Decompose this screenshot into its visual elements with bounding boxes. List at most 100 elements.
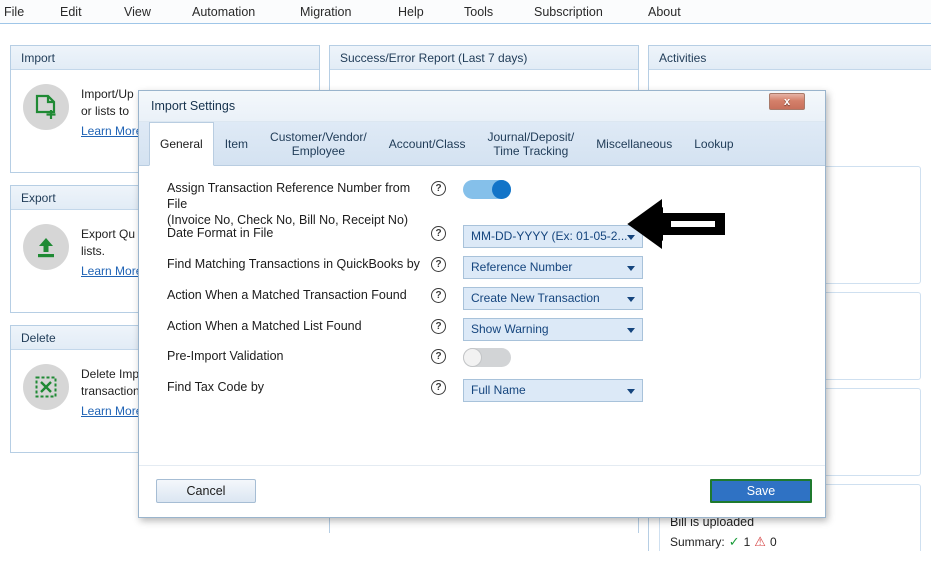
panel-import-title: Import xyxy=(11,46,319,70)
card-delete-line1: Delete Imp xyxy=(81,367,140,381)
save-button[interactable]: Save xyxy=(710,479,812,503)
dropdown-6[interactable]: Full Name xyxy=(463,379,643,402)
workspace: Import Import/Up or lists to Learn More xyxy=(0,25,931,565)
activity-error-count: 0 xyxy=(769,535,777,549)
card-import-learn-more-link[interactable]: Learn More xyxy=(81,123,142,140)
card-import-line2: or lists to xyxy=(81,104,130,118)
tab-miscellaneous[interactable]: Miscellaneous xyxy=(585,122,683,165)
upload-arrow-icon xyxy=(23,224,69,270)
dropdown-3[interactable]: Create New Transaction xyxy=(463,287,643,310)
card-delete-text: Delete Imp transaction Learn More xyxy=(81,364,142,420)
cancel-button[interactable]: Cancel xyxy=(156,479,256,503)
dialog-form-general: Assign Transaction Reference Number from… xyxy=(139,166,825,497)
form-row-control-6: Full Name xyxy=(463,379,643,402)
form-row-2: Find Matching Transactions in QuickBooks… xyxy=(167,256,643,279)
activity-summary-label: Summary: xyxy=(670,535,725,549)
close-icon[interactable]: x xyxy=(769,93,805,110)
form-row-5: Pre-Import Validation? xyxy=(167,348,511,370)
chevron-down-icon-4[interactable] xyxy=(627,328,635,333)
form-row-label-5: Pre-Import Validation xyxy=(167,349,284,363)
document-add-icon xyxy=(23,84,69,130)
dialog-titlebar: Import Settings x xyxy=(139,91,825,122)
dropdown-value-1: MM-DD-YYYY (Ex: 01-05-2... xyxy=(471,229,628,243)
form-row-label-0: Assign Transaction Reference Number from… xyxy=(167,181,411,227)
card-import-text: Import/Up or lists to Learn More xyxy=(81,84,142,140)
card-export-line1: Export Qu xyxy=(81,227,136,241)
form-row-label-6: Find Tax Code by xyxy=(167,380,265,394)
help-icon-6[interactable]: ? xyxy=(431,380,446,395)
tab-item[interactable]: Item xyxy=(214,122,259,165)
activity-summary: Summary: ✓ 1 ⚠ 0 xyxy=(670,534,910,550)
toggle-knob-0 xyxy=(492,180,511,199)
card-delete-learn-more-link[interactable]: Learn More xyxy=(81,403,142,420)
application-window: File Edit View Automation Migration Help Tools… xyxy=(0,0,931,565)
form-row-control-5 xyxy=(463,348,511,367)
panel-activities-title: Activities xyxy=(649,46,931,70)
form-row-label-3: Action When a Matched Transaction Found xyxy=(167,288,407,302)
form-row-label-4: Action When a Matched List Found xyxy=(167,319,362,333)
status-bar xyxy=(0,551,931,565)
chevron-down-icon-1[interactable] xyxy=(627,235,635,240)
dropdown-4[interactable]: Show Warning xyxy=(463,318,643,341)
panel-report-title: Success/Error Report (Last 7 days) xyxy=(330,46,638,70)
chevron-down-icon-6[interactable] xyxy=(627,389,635,394)
activity-success-count: 1 xyxy=(743,535,751,549)
help-icon-4[interactable]: ? xyxy=(431,319,446,334)
toggle-switch-0[interactable] xyxy=(463,180,511,199)
error-warning-icon: ⚠ xyxy=(754,534,766,549)
chevron-down-icon-3[interactable] xyxy=(627,297,635,302)
form-row-control-1: MM-DD-YYYY (Ex: 01-05-2... xyxy=(463,225,643,248)
menu-item-migration[interactable]: Migration xyxy=(300,5,351,19)
import-settings-dialog: Import Settings x General Item Customer/Ve… xyxy=(138,90,826,518)
dialog-footer: Cancel Save xyxy=(139,465,825,517)
dropdown-value-4: Show Warning xyxy=(471,322,549,336)
help-icon-5[interactable]: ? xyxy=(431,349,446,364)
menu-item-automation[interactable]: Automation xyxy=(192,5,255,19)
form-row-control-3: Create New Transaction xyxy=(463,287,643,310)
form-row-1: Date Format in File? MM-DD-YYYY (Ex: 01-0… xyxy=(167,225,643,248)
toggle-knob-5 xyxy=(463,348,482,367)
tab-lookup[interactable]: Lookup xyxy=(683,122,744,165)
form-row-3: Action When a Matched Transaction Found?… xyxy=(167,287,643,310)
help-icon-3[interactable]: ? xyxy=(431,288,446,303)
menu-bar: File Edit View Automation Migration Help Tools… xyxy=(0,0,931,24)
form-row-6: Find Tax Code by? Full Name xyxy=(167,379,643,402)
tab-customer-vendor-employee[interactable]: Customer/Vendor/ Employee xyxy=(259,122,378,165)
form-row-label-1: Date Format in File xyxy=(167,226,274,240)
dialog-title: Import Settings xyxy=(151,99,236,113)
card-delete-line2: transaction xyxy=(81,384,140,398)
form-row-control-4: Show Warning xyxy=(463,318,643,341)
help-icon-0[interactable]: ? xyxy=(431,181,446,196)
form-row-4: Action When a Matched List Found? Show Wa… xyxy=(167,318,643,341)
form-row-control-2: Reference Number xyxy=(463,256,643,279)
menu-item-subscription[interactable]: Subscription xyxy=(534,5,603,19)
dropdown-1[interactable]: MM-DD-YYYY (Ex: 01-05-2... xyxy=(463,225,643,248)
dropdown-2[interactable]: Reference Number xyxy=(463,256,643,279)
dropdown-value-3: Create New Transaction xyxy=(471,291,600,305)
dropdown-value-2: Reference Number xyxy=(471,260,573,274)
card-export-line2: lists. xyxy=(81,244,105,258)
menu-item-tools[interactable]: Tools xyxy=(464,5,493,19)
card-import-line1: Import/Up xyxy=(81,87,134,101)
form-row-label-2: Find Matching Transactions in QuickBooks… xyxy=(167,257,420,271)
tab-account-class[interactable]: Account/Class xyxy=(378,122,477,165)
dropdown-value-6: Full Name xyxy=(471,383,526,397)
chevron-down-icon-2[interactable] xyxy=(627,266,635,271)
card-export-learn-more-link[interactable]: Learn More xyxy=(81,263,142,280)
menu-item-view[interactable]: View xyxy=(124,5,151,19)
menu-item-file[interactable]: File xyxy=(4,5,24,19)
form-row-0: Assign Transaction Reference Number from… xyxy=(167,180,511,227)
card-export-text: Export Qu lists. Learn More xyxy=(81,224,142,280)
dialog-tabstrip: General Item Customer/Vendor/ Employee Acco… xyxy=(139,122,825,166)
success-check-icon: ✓ xyxy=(728,534,740,549)
menu-item-edit[interactable]: Edit xyxy=(60,5,82,19)
help-icon-2[interactable]: ? xyxy=(431,257,446,272)
delete-grid-icon xyxy=(23,364,69,410)
help-icon-1[interactable]: ? xyxy=(431,226,446,241)
menu-item-about[interactable]: About xyxy=(648,5,681,19)
tab-general[interactable]: General xyxy=(149,122,214,166)
toggle-switch-5[interactable] xyxy=(463,348,511,367)
form-row-control-0 xyxy=(463,180,511,199)
tab-journal-deposit-time-tracking[interactable]: Journal/Deposit/ Time Tracking xyxy=(476,122,585,165)
menu-item-help[interactable]: Help xyxy=(398,5,424,19)
